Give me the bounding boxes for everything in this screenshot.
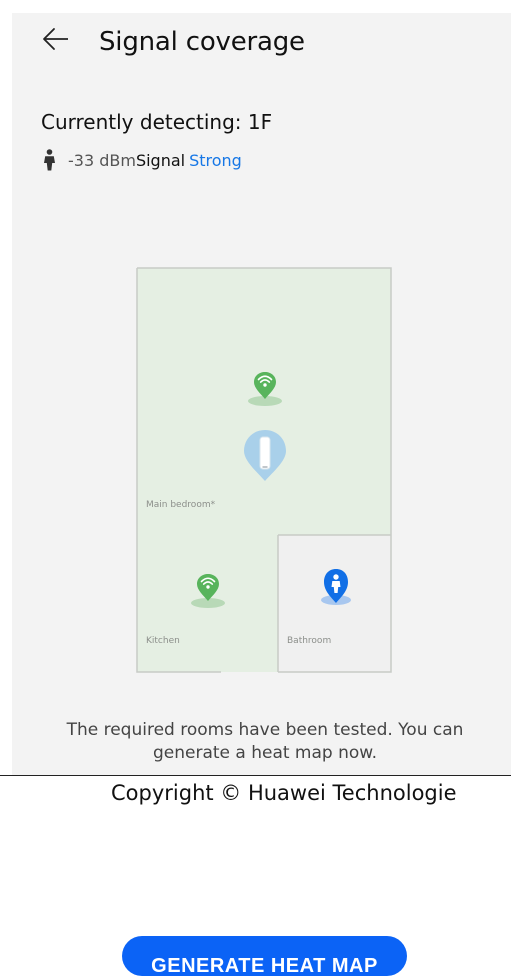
room-label-bathroom: Bathroom [287,636,332,646]
floor-plan [136,267,392,673]
back-arrow-icon [43,28,74,50]
page-title: Signal coverage [99,27,305,57]
heat-map-ready-message: The required rooms have been tested. You… [66,720,464,763]
detecting-floor-label: Currently detecting: 1F [41,110,273,134]
signal-coverage-screen: Signal coverage Currently detecting: 1F … [0,0,511,976]
person-icon [44,149,55,171]
signal-status-line: -33 dBm Signal Strong [43,148,242,172]
signal-label: Signal [135,150,186,170]
room-label-main-bedroom: Main bedroom* [146,500,216,510]
back-button[interactable] [28,22,74,62]
floor-plan-map: Main bedroom* Kitchen Bathroom [136,267,392,673]
signal-dbm-value: -33 dBm [68,150,136,170]
top-strip [0,0,511,8]
copyright-text: Copyright © Huawei Technologie [111,781,457,805]
footer-divider [0,775,511,776]
generate-heat-map-button[interactable]: GENERATE HEAT MAP [122,936,407,976]
router-location-icon [259,436,271,470]
room-label-kitchen: Kitchen [146,636,180,646]
signal-strength-value: Strong [189,150,242,170]
